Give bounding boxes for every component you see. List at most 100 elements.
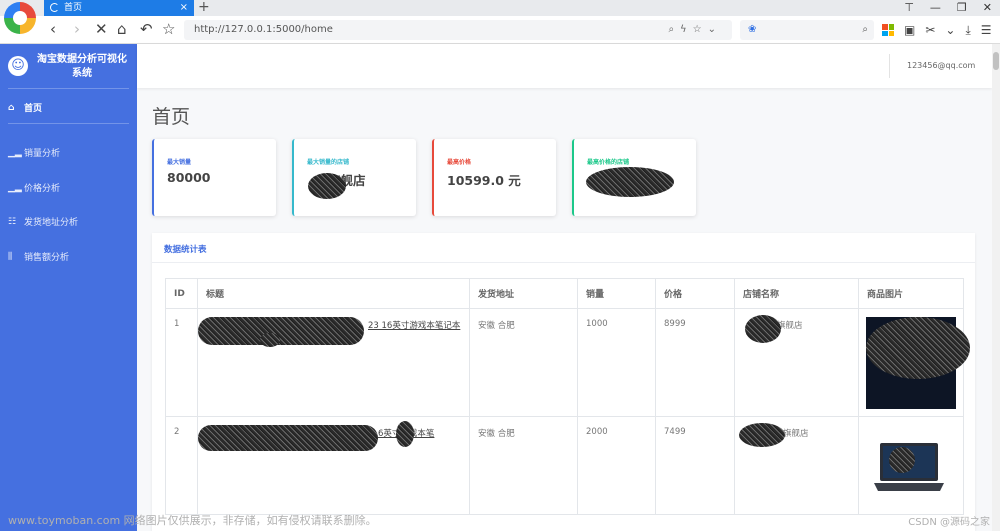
download-icon[interactable]: ⤓ xyxy=(965,23,970,38)
address-tools-icon[interactable]: ⌕ϟ☆⌄ xyxy=(668,20,722,40)
address-bar[interactable]: http://127.0.0.1:5000/home ⌕ϟ☆⌄ xyxy=(184,20,732,40)
loading-icon xyxy=(50,3,59,12)
stat-label: 最高价格 xyxy=(447,159,472,166)
page-title: 首页 xyxy=(152,106,191,128)
stat-label: 最大销量的店铺 xyxy=(307,159,350,166)
columns-icon: ⫼ xyxy=(8,251,13,262)
cell-image xyxy=(858,416,964,515)
sidebar-item-sales[interactable]: ▁▂ 销量分析 xyxy=(8,146,60,160)
cell-price: 8999 xyxy=(655,308,735,417)
stop-icon[interactable]: ✕ xyxy=(95,20,108,38)
window-icon[interactable]: ▣ xyxy=(904,23,915,37)
product-title-link[interactable]: 23 16英寸游戏本笔记本 xyxy=(368,319,460,331)
undo-icon[interactable]: ↶ xyxy=(140,20,153,38)
search-input[interactable]: ❀ ⌕ xyxy=(740,20,874,40)
data-table: ID 标题 发货地址 销量 价格 店铺名称 商品图片 1 23 16英寸游戏本笔… xyxy=(165,278,970,515)
smile-logo-icon: ☺ xyxy=(8,56,28,76)
column-header: 标题 xyxy=(197,278,470,309)
table-header-row: ID 标题 发货地址 销量 价格 店铺名称 商品图片 xyxy=(165,278,964,309)
url-text: http://127.0.0.1:5000/home xyxy=(194,24,333,35)
sidebar-item-label: 价格分析 xyxy=(24,184,61,194)
stat-label: 最高价格的店铺 xyxy=(587,159,630,166)
stat-card-max-price: 最高价格 10599.0 元 xyxy=(432,139,556,216)
cell-sales: 1000 xyxy=(577,308,656,417)
sidebar-item-price[interactable]: ▁▂ 价格分析 xyxy=(8,181,61,195)
data-table-panel: 数据统计表 ID 标题 发货地址 销量 价格 店铺名称 商品图片 1 23 16… xyxy=(152,233,975,531)
sidebar-item-home[interactable]: ⌂ 首页 xyxy=(8,101,43,115)
table-row: 2 6英寸游戏本笔 安徽 合肥 2000 7499 旗舰店 xyxy=(165,416,964,515)
skin-icon[interactable]: ⊤ xyxy=(904,0,914,16)
redaction-scribble xyxy=(198,317,364,345)
watermark-text: www.toymoban.com 网络图片仅供展示，非存储，如有侵权请联系删除。 xyxy=(8,514,377,527)
window-controls: ⊤ — ❐ ✕ xyxy=(904,0,992,16)
sidebar-item-address[interactable]: ☷ 发货地址分析 xyxy=(8,215,79,229)
toolbar-icons: ▣ ✂ ⌄ ⤓ ☰ xyxy=(882,20,992,40)
cell-shop: 旗舰店 xyxy=(734,416,859,515)
back-arrow-icon[interactable]: ‹ xyxy=(50,20,56,38)
top-bar: 123456@qq.com xyxy=(137,44,992,88)
redaction-scribble xyxy=(866,317,970,379)
cell-title[interactable]: 6英寸游戏本笔 xyxy=(197,416,470,515)
page-scrollbar[interactable] xyxy=(992,44,1000,531)
forward-arrow-icon[interactable]: › xyxy=(74,20,80,38)
column-header: 发货地址 xyxy=(469,278,578,309)
shop-name: 旗舰店 xyxy=(783,429,809,439)
star-icon[interactable]: ☆ xyxy=(162,20,175,38)
sidebar-item-label: 发货地址分析 xyxy=(24,218,79,228)
home-icon[interactable]: ⌂ xyxy=(117,20,127,38)
search-icon[interactable]: ⌕ xyxy=(862,20,868,40)
new-tab-button[interactable]: + xyxy=(198,0,210,15)
stat-value: 10599.0 元 xyxy=(447,173,521,188)
cell-shop: 旗舰店 xyxy=(734,308,859,417)
redaction-scribble xyxy=(739,423,785,447)
browser-logo-icon xyxy=(4,2,36,34)
redaction-scribble xyxy=(745,315,781,343)
brand[interactable]: ☺ 淘宝数据分析可视化系统 xyxy=(0,44,137,88)
stat-value: 80000 xyxy=(167,170,211,185)
scrollbar-thumb[interactable] xyxy=(993,52,999,70)
sidebar-item-revenue[interactable]: ⫼ 销售额分析 xyxy=(8,250,69,264)
cell-title[interactable]: 23 16英寸游戏本笔记本 xyxy=(197,308,470,417)
column-header: 销量 xyxy=(577,278,656,309)
column-header: 价格 xyxy=(655,278,735,309)
cell-image xyxy=(858,308,970,417)
brand-title: 淘宝数据分析可视化系统 xyxy=(37,54,127,79)
column-header: 店铺名称 xyxy=(734,278,859,309)
minimize-button[interactable]: — xyxy=(930,0,941,16)
tab-title: 首页 xyxy=(64,3,83,13)
paw-icon: ❀ xyxy=(748,24,757,35)
redaction-scribble xyxy=(260,333,280,347)
bar-chart-icon: ▁▂ xyxy=(8,182,22,193)
redaction-scribble xyxy=(198,425,378,451)
panel-title: 数据统计表 xyxy=(164,245,207,255)
sidebar-item-label: 首页 xyxy=(24,104,43,114)
tab-close-icon[interactable]: × xyxy=(180,0,188,16)
browser-tab-bar: 首页 × + ⊤ — ❐ ✕ xyxy=(0,0,1000,16)
apps-icon[interactable] xyxy=(882,24,894,36)
home-icon: ⌂ xyxy=(8,102,15,113)
restore-button[interactable]: ❐ xyxy=(957,0,967,16)
sidebar-divider xyxy=(8,88,129,89)
bar-chart-icon: ▁▂ xyxy=(8,147,22,158)
cell-id: 1 xyxy=(165,308,198,417)
topbar-divider xyxy=(889,54,890,78)
user-email[interactable]: 123456@qq.com xyxy=(907,61,975,70)
close-window-button[interactable]: ✕ xyxy=(983,0,992,16)
menu-icon[interactable]: ☰ xyxy=(981,23,992,37)
stat-card-top-price-shop: 最高价格的店铺 xyxy=(572,139,696,216)
column-header: 商品图片 xyxy=(858,278,964,309)
browser-tab[interactable]: 首页 × xyxy=(44,0,194,16)
redaction-scribble xyxy=(889,447,915,473)
redaction-scribble xyxy=(308,173,346,199)
scissors-icon[interactable]: ✂ xyxy=(925,23,935,37)
stat-card-top-shop: 最大销量的店铺 旗舰店 xyxy=(292,139,416,216)
list-icon: ☷ xyxy=(8,216,17,227)
csdn-watermark: CSDN @源码之家 xyxy=(908,517,990,528)
dropdown-icon[interactable]: ⌄ xyxy=(945,23,955,37)
panel-header: 数据统计表 xyxy=(152,233,975,263)
cell-id: 2 xyxy=(165,416,198,515)
stat-card-max-sales: 最大销量 80000 xyxy=(152,139,276,216)
sidebar-divider xyxy=(8,123,129,124)
browser-toolbar: ‹ › ✕ ⌂ ↶ ☆ http://127.0.0.1:5000/home ⌕… xyxy=(0,16,1000,44)
main-content: 123456@qq.com 首页 最大销量 80000 最大销量的店铺 旗舰店 … xyxy=(137,44,992,531)
